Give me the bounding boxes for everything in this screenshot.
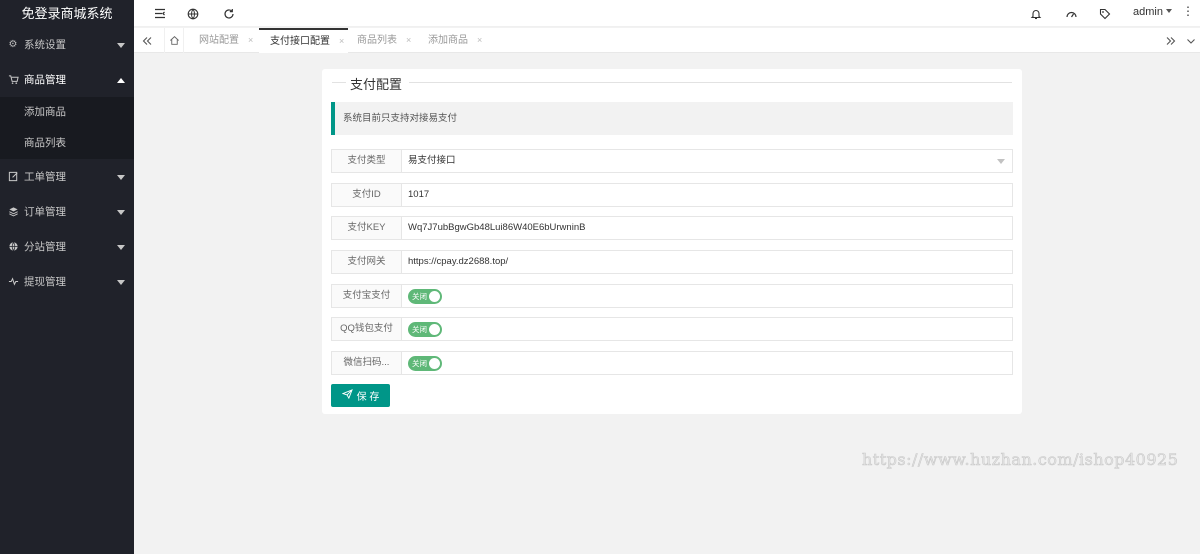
username: admin (1133, 6, 1163, 18)
legend-divider (332, 82, 346, 83)
chevron-down-icon (117, 244, 125, 250)
sidebar-item-label: 工单管理 (24, 171, 66, 183)
tabs-dropdown-icon[interactable] (1182, 28, 1200, 53)
close-icon[interactable]: × (248, 35, 253, 45)
payment-key-field[interactable]: 支付KEY Wq7J7ubBgwGb48Lui86W40E6bUrwninB (331, 216, 1013, 240)
legend-divider (409, 82, 1012, 83)
tabs-scroll-right-icon[interactable] (1162, 28, 1180, 53)
field-label: 微信扫码... (332, 352, 402, 374)
menu-fold-icon[interactable] (151, 5, 169, 22)
chevron-down-icon (117, 42, 125, 48)
sidebar-item-product-management[interactable]: 商品管理 (0, 62, 134, 97)
sidebar: 免登录商城系统 ⚙ 系统设置 商品管理 添加商品 商品列表 工单管理 订单管理 … (0, 0, 134, 554)
switch-text: 关闭 (412, 325, 427, 334)
switch-knob (429, 324, 440, 335)
save-button[interactable]: 保 存 (331, 384, 390, 407)
switch-knob (429, 358, 440, 369)
alipay-toggle[interactable]: 关闭 (408, 289, 442, 304)
form-legend: 支付配置 (350, 77, 403, 92)
tabs-scroll-left-icon[interactable] (138, 28, 156, 53)
stack-icon (7, 206, 19, 218)
sidebar-item-label: 提现管理 (24, 276, 66, 288)
close-icon[interactable]: × (477, 35, 482, 45)
input-value[interactable]: Wq7J7ubBgwGb48Lui86W40E6bUrwninB (408, 217, 585, 239)
chevron-up-icon (117, 77, 125, 83)
qq-wallet-toggle[interactable]: 关闭 (408, 322, 442, 337)
tab-site-config[interactable]: 网站配置 × (199, 28, 253, 53)
switch-text: 关闭 (412, 292, 427, 301)
more-icon[interactable]: ⋮ (1182, 4, 1194, 18)
tab-product-list[interactable]: 商品列表 × (357, 28, 411, 53)
sidebar-submenu: 添加商品 商品列表 (0, 97, 134, 159)
chevron-down-icon (997, 159, 1005, 164)
alipay-toggle-row: 支付宝支付 关闭 (331, 284, 1013, 308)
theme-icon[interactable] (1062, 5, 1080, 22)
bell-icon[interactable] (1027, 5, 1045, 22)
globe-icon[interactable] (184, 5, 202, 22)
sidebar-item-substation-management[interactable]: 分站管理 (0, 229, 134, 264)
sidebar-item-label: 商品管理 (24, 74, 66, 86)
sidebar-item-label: 系统设置 (24, 39, 66, 51)
wechat-toggle-row: 微信扫码... 关闭 (331, 351, 1013, 375)
refresh-icon[interactable] (220, 5, 238, 22)
payment-type-select[interactable]: 支付类型 易支付接口 (331, 149, 1013, 173)
sidebar-subitem-product-list[interactable]: 商品列表 (0, 128, 134, 159)
pulse-icon (7, 276, 19, 288)
field-label: 支付类型 (332, 150, 402, 172)
tag-icon[interactable] (1096, 5, 1114, 22)
select-value[interactable]: 易支付接口 (408, 150, 456, 172)
chevron-down-icon (117, 209, 125, 215)
input-value[interactable]: https://cpay.dz2688.top/ (408, 251, 508, 273)
user-menu[interactable]: admin (1133, 0, 1172, 27)
payment-config-card: 支付配置 系统目前只支持对接易支付 支付类型 易支付接口 支付ID 1017 支… (322, 69, 1022, 414)
home-icon[interactable] (164, 28, 184, 53)
qq-wallet-toggle-row: QQ钱包支付 关闭 (331, 317, 1013, 341)
send-icon (341, 389, 353, 402)
sidebar-item-ticket-management[interactable]: 工单管理 (0, 159, 134, 194)
app-logo[interactable]: 免登录商城系统 (0, 0, 134, 27)
switch-text: 关闭 (412, 359, 427, 368)
notice-quote: 系统目前只支持对接易支付 (331, 102, 1013, 135)
field-label: 支付KEY (332, 217, 402, 239)
gear-icon: ⚙ (8, 39, 18, 50)
sidebar-item-system-settings[interactable]: ⚙ 系统设置 (0, 27, 134, 62)
tab-payment-config[interactable]: 支付接口配置 × (259, 28, 348, 53)
tab-add-product[interactable]: 添加商品 × (428, 28, 482, 53)
payment-gateway-field[interactable]: 支付网关 https://cpay.dz2688.top/ (331, 250, 1013, 274)
sidebar-item-label: 订单管理 (24, 206, 66, 218)
globe-icon (7, 241, 19, 253)
close-icon[interactable]: × (406, 35, 411, 45)
sidebar-subitem-add-product[interactable]: 添加商品 (0, 97, 134, 128)
input-value[interactable]: 1017 (408, 184, 429, 206)
watermark-text: https://www.huzhan.com/ishop40925 (862, 450, 1179, 470)
edit-icon (7, 171, 19, 183)
save-button-label: 保 存 (356, 392, 380, 403)
payment-id-field[interactable]: 支付ID 1017 (331, 183, 1013, 207)
wechat-toggle[interactable]: 关闭 (408, 356, 442, 371)
sidebar-item-order-management[interactable]: 订单管理 (0, 194, 134, 229)
close-icon[interactable]: × (339, 36, 344, 46)
cart-icon (7, 74, 19, 86)
field-label: 支付网关 (332, 251, 402, 273)
chevron-down-icon (117, 174, 125, 180)
switch-knob (429, 291, 440, 302)
tab-bar: 网站配置 × 支付接口配置 × 商品列表 × 添加商品 × (134, 28, 1200, 53)
sidebar-item-label: 分站管理 (24, 241, 66, 253)
sidebar-item-withdraw-management[interactable]: 提现管理 (0, 264, 134, 299)
field-label: QQ钱包支付 (332, 318, 402, 340)
chevron-down-icon (117, 279, 125, 285)
field-label: 支付宝支付 (332, 285, 402, 307)
field-label: 支付ID (332, 184, 402, 206)
top-header: admin ⋮ (134, 0, 1200, 27)
chevron-down-icon (1166, 9, 1172, 13)
